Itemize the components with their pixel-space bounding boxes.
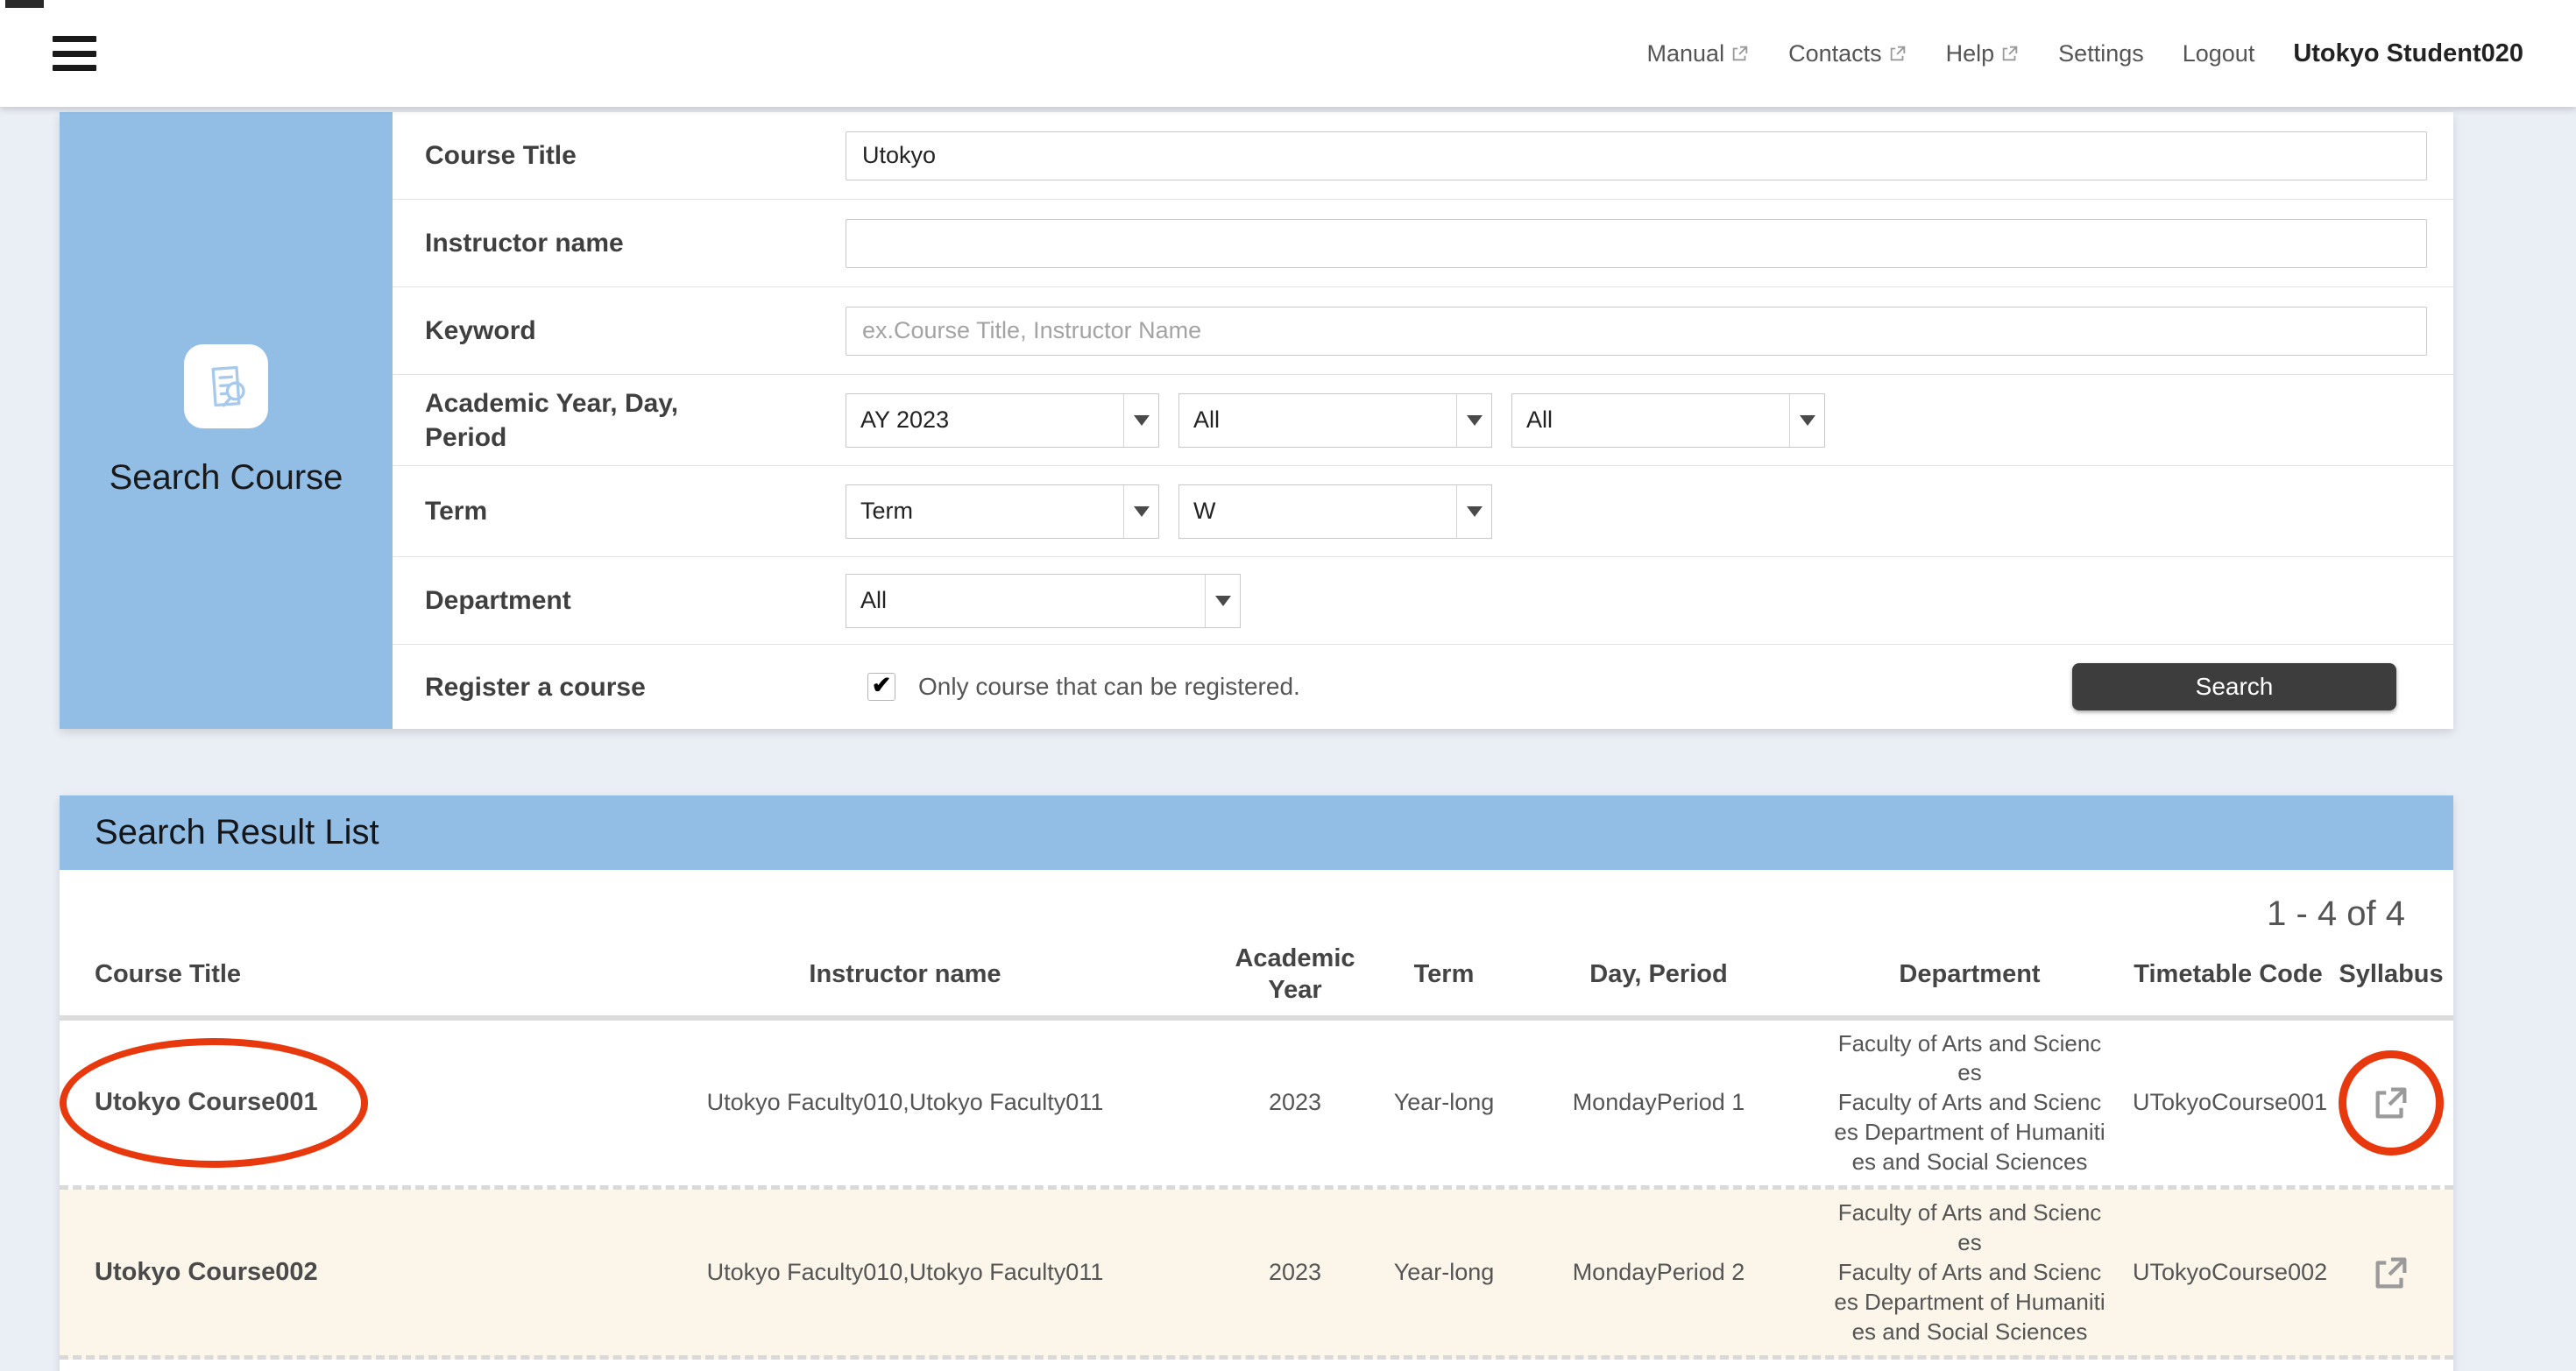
instructor-cell: Utokyo Faculty010,Utokyo Faculty011 — [603, 1250, 1207, 1295]
col-syllabus: Syllabus — [2329, 958, 2453, 990]
department-cell: Faculty of Arts and Scienc es Faculty of… — [1812, 1021, 2127, 1186]
nav-link-logout[interactable]: Logout — [2183, 40, 2255, 67]
chevron-down-icon — [1456, 485, 1491, 538]
instructor-name-label: Instructor name — [425, 226, 846, 260]
instructor-cell: Utokyo Faculty010,Utokyo Faculty011 — [603, 1080, 1207, 1125]
nav-link-settings[interactable]: Settings — [2058, 40, 2144, 67]
nav-link-label: Help — [1946, 40, 1995, 67]
academic-year-cell: 2023 — [1207, 1250, 1383, 1295]
register-checkbox-note: Only course that can be registered. — [918, 673, 1300, 701]
term-label: Term — [425, 494, 846, 528]
course-title-label: Course Title — [425, 138, 846, 173]
timetable-code-cell: UTokyoCourse002 — [2127, 1250, 2329, 1295]
course-title-input[interactable] — [846, 131, 2427, 180]
results-header: Search Result List — [60, 795, 2453, 870]
search-form: Course Title Instructor name Keyword Aca… — [393, 112, 2453, 729]
col-term: Term — [1383, 958, 1505, 990]
nav-link-contacts[interactable]: Contacts — [1788, 40, 1907, 67]
col-timetable-code: Timetable Code — [2127, 958, 2329, 990]
term-value-select[interactable]: W — [1178, 484, 1492, 539]
search-course-panel: Search Course Course Title Instructor na… — [60, 112, 2453, 729]
search-course-sidebar: Search Course — [60, 112, 393, 729]
nav-link-label: Manual — [1647, 40, 1725, 67]
department-label: Department — [425, 583, 846, 618]
nav-link-help[interactable]: Help — [1946, 40, 2020, 67]
panel-title: Search Course — [110, 458, 343, 498]
chevron-down-icon — [1205, 575, 1240, 627]
period-select[interactable]: All — [1511, 393, 1825, 448]
instructor-name-input[interactable] — [846, 219, 2427, 268]
day-period-cell: MondayPeriod 1 — [1505, 1080, 1812, 1125]
results-table-header: Course Title Instructor name Academic Ye… — [60, 943, 2453, 1021]
chevron-down-icon — [1123, 394, 1158, 447]
col-academic-year: Academic Year — [1207, 943, 1383, 1007]
user-name: Utokyo Student020 — [2293, 39, 2523, 68]
search-button[interactable]: Search — [2072, 663, 2396, 710]
col-course-title: Course Title — [60, 958, 603, 990]
table-row: Utokyo Course001 Utokyo Faculty010,Utoky… — [60, 1021, 2453, 1191]
department-cell: Faculty of Arts and Scienc es Faculty of… — [1812, 1190, 2127, 1355]
results-title: Search Result List — [95, 813, 379, 852]
top-navigation: Manual Contacts Help Settings Logout Uto… — [1647, 39, 2523, 68]
nav-link-label: Contacts — [1788, 40, 1882, 67]
keyword-input[interactable] — [846, 307, 2427, 356]
day-select[interactable]: All — [1178, 393, 1492, 448]
nav-link-label: Settings — [2058, 40, 2144, 67]
term-cell: Year-long — [1383, 1250, 1505, 1295]
external-link-icon — [1888, 44, 1907, 63]
col-day-period: Day, Period — [1505, 958, 1812, 990]
syllabus-external-link-icon[interactable] — [2371, 1083, 2411, 1123]
search-course-icon — [184, 344, 268, 428]
course-title-cell: Utokyo Course001 — [60, 1079, 603, 1126]
col-department: Department — [1812, 958, 2127, 990]
register-course-label: Register a course — [425, 670, 846, 704]
external-link-icon — [1730, 44, 1750, 63]
red-circle-annotation — [2339, 1050, 2444, 1155]
table-row: Utokyo Course002 Utokyo Faculty010,Utoky… — [60, 1190, 2453, 1360]
col-instructor: Instructor name — [603, 958, 1207, 990]
syllabus-cell — [2329, 1212, 2453, 1334]
chevron-down-icon — [1456, 394, 1491, 447]
red-ellipse-annotation — [60, 1038, 368, 1168]
search-result-panel: Search Result List 1 - 4 of 4 Course Tit… — [60, 795, 2453, 1371]
register-checkbox[interactable] — [867, 673, 895, 701]
nav-link-label: Logout — [2183, 40, 2255, 67]
course-title-cell: Utokyo Course002 — [60, 1249, 603, 1296]
chevron-down-icon — [1789, 394, 1824, 447]
syllabus-cell — [2329, 1042, 2453, 1164]
results-count: 1 - 4 of 4 — [60, 870, 2453, 943]
top-bar: Manual Contacts Help Settings Logout Uto… — [0, 0, 2576, 107]
syllabus-external-link-icon[interactable] — [2371, 1253, 2411, 1293]
term-select[interactable]: Term — [846, 484, 1159, 539]
hamburger-menu-icon[interactable] — [53, 36, 96, 71]
nav-link-manual[interactable]: Manual — [1647, 40, 1751, 67]
department-select[interactable]: All — [846, 574, 1241, 628]
timetable-code-cell: UTokyoCourse001 — [2127, 1080, 2329, 1125]
screenshot-artifact — [5, 0, 44, 8]
term-cell: Year-long — [1383, 1080, 1505, 1125]
academic-year-cell: 2023 — [1207, 1080, 1383, 1125]
external-link-icon — [2000, 44, 2020, 63]
day-period-cell: MondayPeriod 2 — [1505, 1250, 1812, 1295]
keyword-label: Keyword — [425, 314, 846, 348]
chevron-down-icon — [1123, 485, 1158, 538]
academic-year-day-period-label: Academic Year, Day, Period — [425, 386, 846, 455]
academic-year-select[interactable]: AY 2023 — [846, 393, 1159, 448]
